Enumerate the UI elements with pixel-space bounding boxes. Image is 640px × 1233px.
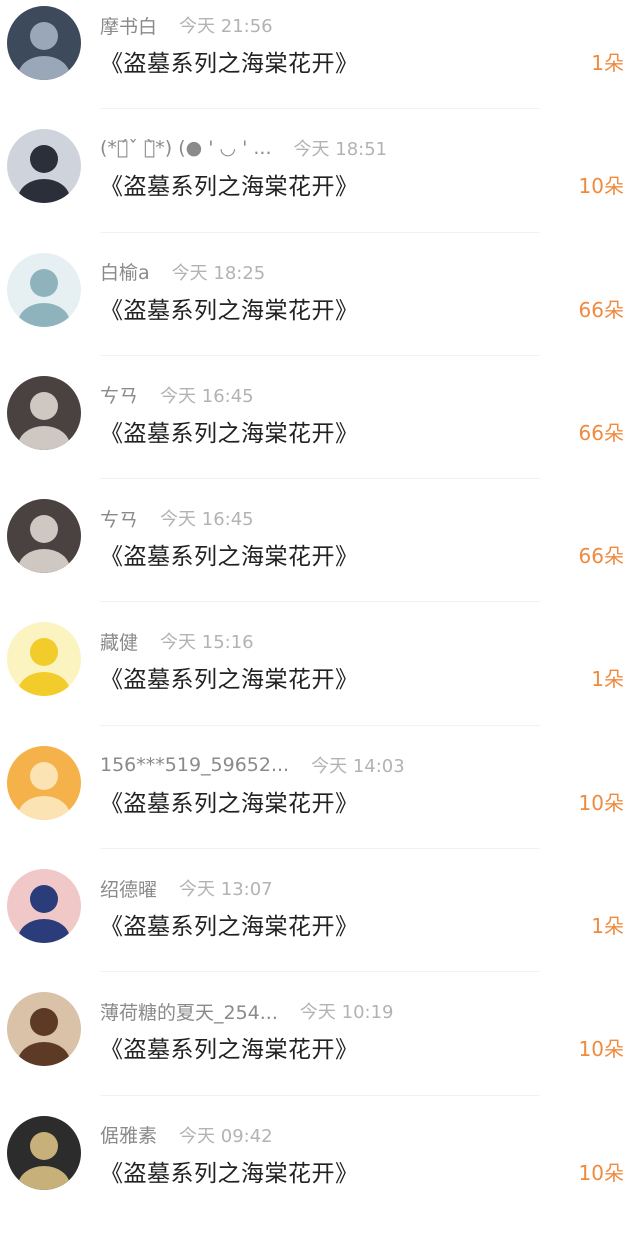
username[interactable]: 156***519_59652...: [100, 754, 289, 776]
avatar[interactable]: [7, 129, 81, 204]
list-item[interactable]: 藏健 今天 15:16 《盗墓系列之海棠花开》 1朵: [0, 616, 640, 739]
username[interactable]: 摩书白: [100, 12, 157, 39]
username[interactable]: 倨雅素: [100, 1121, 157, 1148]
list-item[interactable]: 薄荷糖的夏天_254... 今天 10:19 《盗墓系列之海棠花开》 10朵: [0, 986, 640, 1109]
avatar[interactable]: [7, 869, 81, 944]
avatar[interactable]: [7, 745, 81, 820]
flower-count: 1朵: [591, 667, 624, 692]
avatar[interactable]: [7, 1115, 81, 1190]
avatar-image: [7, 252, 81, 327]
avatar-image: [7, 869, 81, 944]
avatar[interactable]: [7, 622, 81, 697]
timestamp: 今天 13:07: [179, 879, 273, 901]
book-title: 《盗墓系列之海棠花开》: [100, 51, 359, 77]
flower-count: 10朵: [578, 1037, 624, 1062]
divider: [100, 601, 540, 603]
divider: [100, 1094, 540, 1096]
avatar-image: [7, 499, 81, 574]
avatar-image: [7, 375, 81, 450]
list-item[interactable]: 156***519_59652... 今天 14:03 《盗墓系列之海棠花开》 …: [0, 740, 640, 863]
username[interactable]: 绍德曜: [100, 875, 157, 902]
timestamp: 今天 18:25: [171, 262, 266, 284]
book-title: 《盗墓系列之海棠花开》: [100, 544, 359, 571]
username[interactable]: 藏健: [100, 628, 138, 655]
flower-count: 66朵: [578, 420, 624, 445]
list-item[interactable]: ㄘㄢ 今天 16:45 《盗墓系列之海棠花开》 66朵: [0, 370, 640, 493]
book-title: 《盗墓系列之海棠花开》: [100, 420, 359, 447]
book-title: 《盗墓系列之海棠花开》: [100, 174, 359, 201]
timestamp: 今天 18:51: [293, 139, 388, 161]
timestamp: 今天 10:19: [299, 1002, 394, 1024]
divider: [100, 354, 540, 356]
book-title: 《盗墓系列之海棠花开》: [100, 914, 359, 941]
divider: [100, 848, 540, 850]
list-item[interactable]: 倨雅素 今天 09:42 《盗墓系列之海棠花开》 10朵: [0, 1110, 640, 1233]
avatar-image: [7, 622, 81, 697]
avatar-image: [7, 129, 81, 204]
list-item[interactable]: ㄘㄢ 今天 16:45 《盗墓系列之海棠花开》 66朵: [0, 493, 640, 616]
timestamp: 今天 14:03: [311, 755, 405, 777]
book-title: 《盗墓系列之海棠花开》: [100, 1160, 359, 1187]
book-title: 《盗墓系列之海棠花开》: [100, 790, 359, 817]
username[interactable]: ㄘㄢ: [100, 381, 138, 408]
avatar[interactable]: [7, 6, 81, 80]
username[interactable]: 白榆a: [100, 258, 150, 285]
username[interactable]: (*ท́ˇ ท̀*) (● ' ◡ ' ...: [100, 137, 272, 159]
avatar[interactable]: [7, 992, 81, 1067]
avatar-image: [7, 992, 81, 1067]
avatar-image: [7, 6, 81, 80]
timestamp: 今天 16:45: [160, 385, 254, 407]
divider: [100, 724, 540, 726]
divider: [100, 971, 540, 973]
avatar-image: [7, 745, 81, 820]
divider: [100, 231, 540, 233]
flower-count: 66朵: [578, 544, 624, 569]
list-item[interactable]: 摩书白 今天 21:56 《盗墓系列之海棠花开》 1朵: [0, 0, 640, 123]
timestamp: 今天 15:16: [160, 632, 254, 654]
avatar-image: [7, 1115, 81, 1190]
flower-count: 1朵: [591, 51, 624, 75]
username[interactable]: 薄荷糖的夏天_254...: [100, 998, 278, 1025]
avatar[interactable]: [7, 499, 81, 574]
flower-count: 1朵: [591, 914, 624, 939]
divider: [100, 478, 540, 480]
flower-count: 66朵: [578, 297, 624, 322]
timestamp: 今天 16:45: [160, 509, 254, 531]
reward-list: 摩书白 今天 21:56 《盗墓系列之海棠花开》 1朵 (*ท́ˇ ท̀*) (…: [0, 0, 640, 1233]
divider: [100, 108, 540, 110]
flower-count: 10朵: [578, 1160, 624, 1185]
username[interactable]: ㄘㄢ: [100, 505, 138, 532]
timestamp: 今天 21:56: [179, 16, 273, 37]
list-item[interactable]: 白榆a 今天 18:25 《盗墓系列之海棠花开》 66朵: [0, 247, 640, 370]
book-title: 《盗墓系列之海棠花开》: [100, 1037, 359, 1064]
flower-count: 10朵: [578, 174, 624, 199]
list-item[interactable]: (*ท́ˇ ท̀*) (● ' ◡ ' ... 今天 18:51 《盗墓系列之海…: [0, 123, 640, 246]
book-title: 《盗墓系列之海棠花开》: [100, 297, 359, 324]
book-title: 《盗墓系列之海棠花开》: [100, 667, 359, 694]
avatar[interactable]: [7, 375, 81, 450]
list-item[interactable]: 绍德曜 今天 13:07 《盗墓系列之海棠花开》 1朵: [0, 863, 640, 986]
timestamp: 今天 09:42: [179, 1125, 273, 1147]
avatar[interactable]: [7, 252, 81, 327]
flower-count: 10朵: [578, 790, 624, 815]
